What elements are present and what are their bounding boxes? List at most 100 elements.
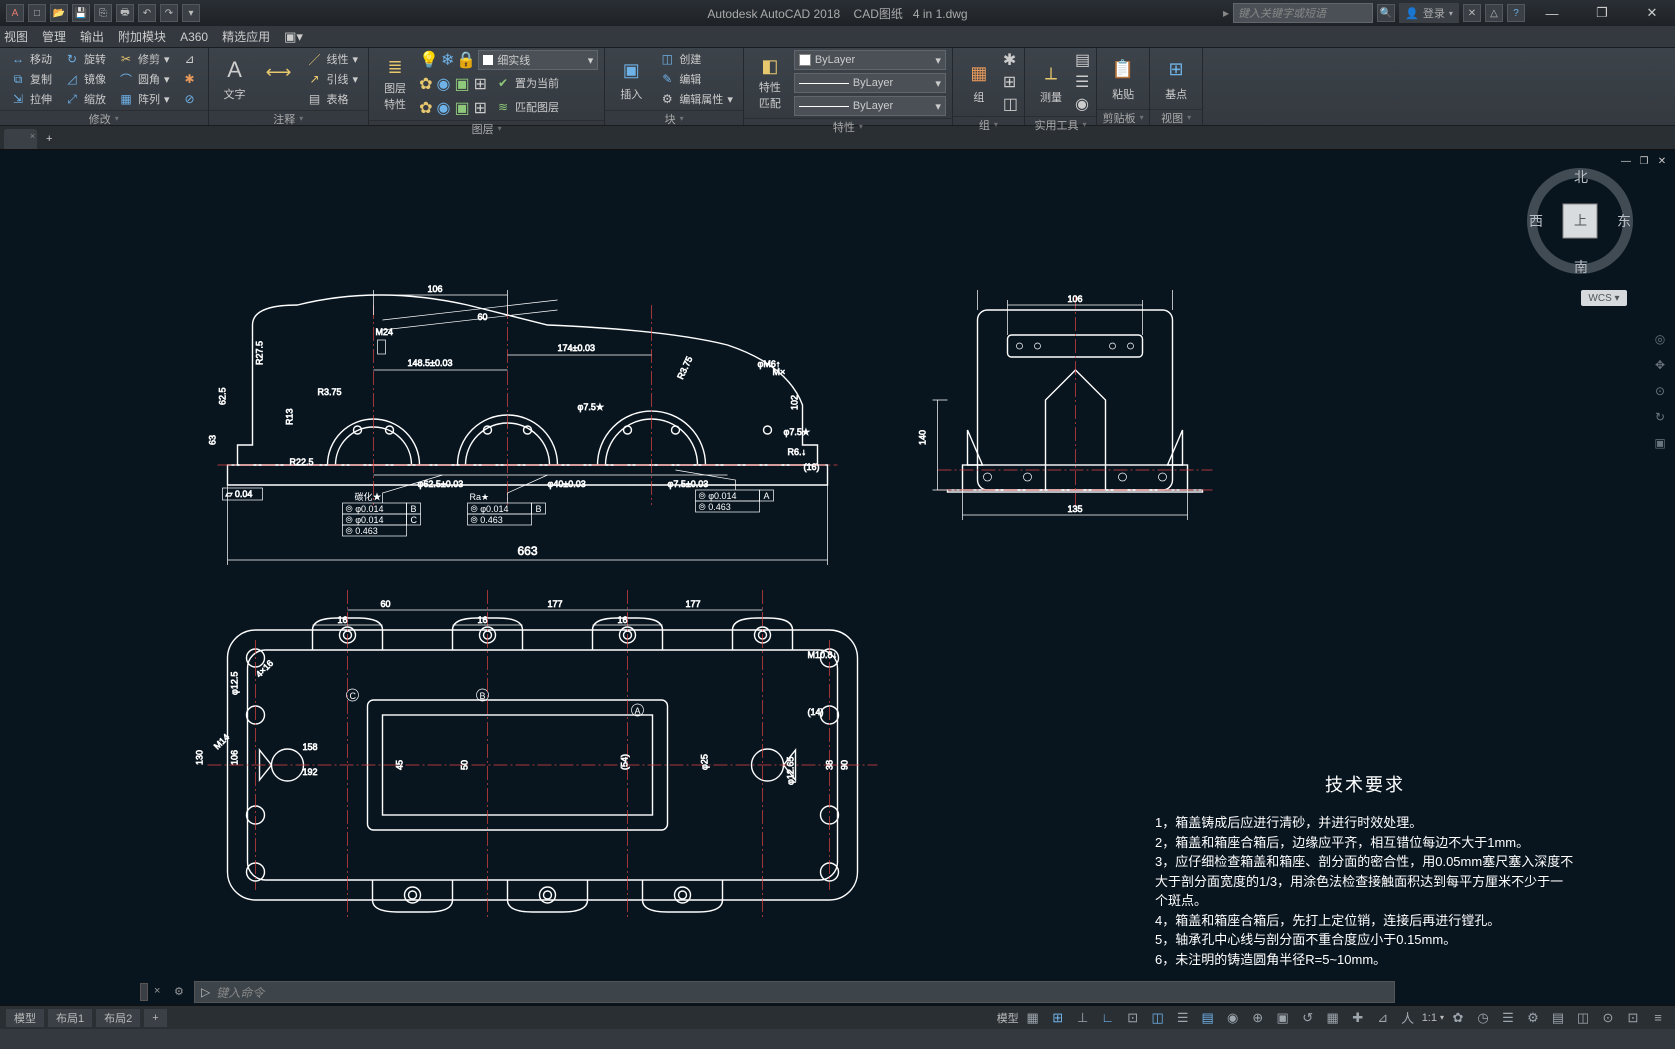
explode-icon[interactable]: ✱ — [178, 70, 202, 88]
snap-toggle-icon[interactable]: ⊞ — [1047, 1008, 1069, 1028]
move-button[interactable]: ↔移动 — [6, 50, 56, 68]
window-maximize-button[interactable]: ❐ — [1579, 0, 1625, 26]
tab-model[interactable]: 模型 — [6, 1009, 44, 1027]
base-view-button[interactable]: ⊞基点 — [1156, 51, 1196, 107]
tab-manage[interactable]: 管理 — [42, 28, 66, 45]
tab-more-icon[interactable]: ▣▾ — [284, 29, 303, 45]
modelspace-indicator[interactable]: 模型 — [997, 1010, 1019, 1026]
layer-tool-icon-5[interactable]: ✿ — [419, 98, 432, 118]
lock-ui-icon[interactable]: ▤ — [1547, 1008, 1569, 1028]
tab-addins[interactable]: 附加模块 — [118, 28, 166, 45]
panel-label-properties[interactable]: 特性 — [744, 118, 952, 134]
anno-monitor-icon[interactable]: ◷ — [1472, 1008, 1494, 1028]
util-icon-3[interactable]: ◉ — [1075, 94, 1090, 114]
anno-scale[interactable]: 1:1 — [1422, 1012, 1437, 1024]
edit-block-button[interactable]: ✎编辑 — [655, 70, 737, 88]
anno-visibility-icon[interactable]: ⊿ — [1372, 1008, 1394, 1028]
scale-button[interactable]: ⤢缩放 — [60, 90, 110, 108]
showmotion-icon[interactable]: ▣ — [1651, 434, 1669, 452]
tab-featured[interactable]: 精选应用 — [222, 28, 270, 45]
ortho-toggle-icon[interactable]: ⊥ — [1072, 1008, 1094, 1028]
osnap-toggle-icon[interactable]: ◫ — [1147, 1008, 1169, 1028]
layer-dropdown[interactable]: 细实线▾ — [478, 50, 598, 70]
lwt-toggle-icon[interactable]: ▤ — [1197, 1008, 1219, 1028]
gizmo-icon[interactable]: ✚ — [1347, 1008, 1369, 1028]
3dosnap-icon[interactable]: ▣ — [1272, 1008, 1294, 1028]
wcs-badge[interactable]: WCS ▾ — [1581, 290, 1627, 306]
group-tool-icon-3[interactable]: ◫ — [1003, 94, 1018, 114]
layer-tool-icon-7[interactable]: ▣ — [454, 98, 469, 118]
dyn-ucs-icon[interactable]: ↺ — [1297, 1008, 1319, 1028]
rotate-button[interactable]: ↻旋转 — [60, 50, 110, 68]
search-icon[interactable]: 🔍 — [1377, 4, 1395, 22]
pan-icon[interactable]: ✥ — [1651, 356, 1669, 374]
mirror-button[interactable]: ◿镜像 — [60, 70, 110, 88]
stretch-button[interactable]: ⇲拉伸 — [6, 90, 56, 108]
insert-block-button[interactable]: ▣插入 — [611, 51, 651, 107]
paste-button[interactable]: 📋粘贴 — [1103, 51, 1143, 107]
match-properties-button[interactable]: ◧特性 匹配 — [750, 55, 790, 111]
layer-tool-icon-6[interactable]: ◉ — [436, 98, 450, 118]
new-tab-button[interactable]: + — [39, 129, 59, 149]
group-tool-icon-2[interactable]: ⊞ — [1003, 72, 1018, 92]
units-icon[interactable]: ☰ — [1497, 1008, 1519, 1028]
panel-label-utilities[interactable]: 实用工具 — [1025, 116, 1096, 132]
qat-redo-icon[interactable]: ↷ — [160, 4, 178, 22]
tab-a360[interactable]: A360 — [180, 30, 208, 44]
panel-label-modify[interactable]: 修改 — [0, 110, 208, 126]
table-button[interactable]: ▤表格 — [303, 90, 363, 108]
array-button[interactable]: ▦阵列▾ — [114, 90, 174, 108]
window-minimize-button[interactable]: — — [1529, 0, 1575, 26]
layer-tool-icon-8[interactable]: ⊞ — [474, 98, 487, 118]
exchange-icon[interactable]: ✕ — [1463, 4, 1481, 22]
hardware-accel-icon[interactable]: ⊙ — [1597, 1008, 1619, 1028]
grid-toggle-icon[interactable]: ▦ — [1022, 1008, 1044, 1028]
a360-icon[interactable]: △ — [1485, 4, 1503, 22]
dimension-button[interactable]: ⟷ — [259, 51, 299, 107]
panel-label-layers[interactable]: 图层 — [369, 120, 604, 136]
util-icon-2[interactable]: ☰ — [1075, 72, 1090, 92]
steering-wheel-icon[interactable]: ◎ — [1651, 330, 1669, 348]
layer-tool-icon-3[interactable]: ▣ — [454, 74, 469, 94]
workspace-icon[interactable]: ✿ — [1447, 1008, 1469, 1028]
qat-undo-icon[interactable]: ↶ — [138, 4, 156, 22]
help-icon[interactable]: ? — [1507, 4, 1525, 22]
selection-filter-icon[interactable]: ▦ — [1322, 1008, 1344, 1028]
infocenter-search[interactable]: 键入关键字或短语 — [1233, 3, 1373, 23]
create-block-button[interactable]: ◫创建 — [655, 50, 737, 68]
tab-view[interactable]: 视图 — [4, 28, 28, 45]
viewcube[interactable]: 上 北 南 西 东 — [1525, 166, 1635, 276]
window-close-button[interactable]: ✕ — [1629, 0, 1675, 26]
match-layer-button[interactable]: ≋匹配图层 — [491, 98, 563, 116]
customize-icon[interactable]: ≡ — [1647, 1008, 1669, 1028]
file-tab-active[interactable]: × — [4, 129, 37, 149]
polar-toggle-icon[interactable]: ∟ — [1097, 1008, 1119, 1028]
edit-attr-button[interactable]: ⚙编辑属性▾ — [655, 90, 737, 108]
layer-properties-button[interactable]: ≣图层 特性 — [375, 56, 415, 112]
group-button[interactable]: ▦组 — [959, 54, 999, 110]
qat-plot-icon[interactable]: 🖶 — [116, 4, 134, 22]
layer-tool-icon-4[interactable]: ⊞ — [474, 74, 487, 94]
tab-new-layout[interactable]: + — [144, 1009, 166, 1027]
lineweight-dropdown[interactable]: ByLayer▾ — [794, 73, 946, 93]
qat-open-icon[interactable]: 📂 — [50, 4, 68, 22]
copy-button[interactable]: ⧉复制 — [6, 70, 56, 88]
make-current-button[interactable]: ✔置为当前 — [491, 74, 563, 92]
cmdline-config-icon[interactable]: ⚙ — [174, 985, 188, 999]
color-dropdown[interactable]: ByLayer▾ — [794, 50, 946, 70]
erase-icon[interactable]: ⊘ — [178, 90, 202, 108]
iso-toggle-icon[interactable]: ⊡ — [1122, 1008, 1144, 1028]
zoom-extents-icon[interactable]: ⊙ — [1651, 382, 1669, 400]
cmdline-close-icon[interactable]: × — [154, 985, 168, 999]
leader-button[interactable]: ↗引线▾ — [303, 70, 363, 88]
text-button[interactable]: A文字 — [215, 51, 255, 107]
panel-label-annotate[interactable]: 注释 — [209, 110, 369, 126]
trim-button[interactable]: ✂修剪▾ — [114, 50, 174, 68]
linear-dim-button[interactable]: ／线性▾ — [303, 50, 363, 68]
otrack-toggle-icon[interactable]: ☰ — [1172, 1008, 1194, 1028]
qat-saveas-icon[interactable]: ⎘ — [94, 4, 112, 22]
tab-layout1[interactable]: 布局1 — [48, 1009, 92, 1027]
command-line-input[interactable]: ▷ 键入命令 — [194, 981, 1395, 1003]
cycling-icon[interactable]: ⊕ — [1247, 1008, 1269, 1028]
anno-autoscale-icon[interactable]: 人 — [1397, 1008, 1419, 1028]
